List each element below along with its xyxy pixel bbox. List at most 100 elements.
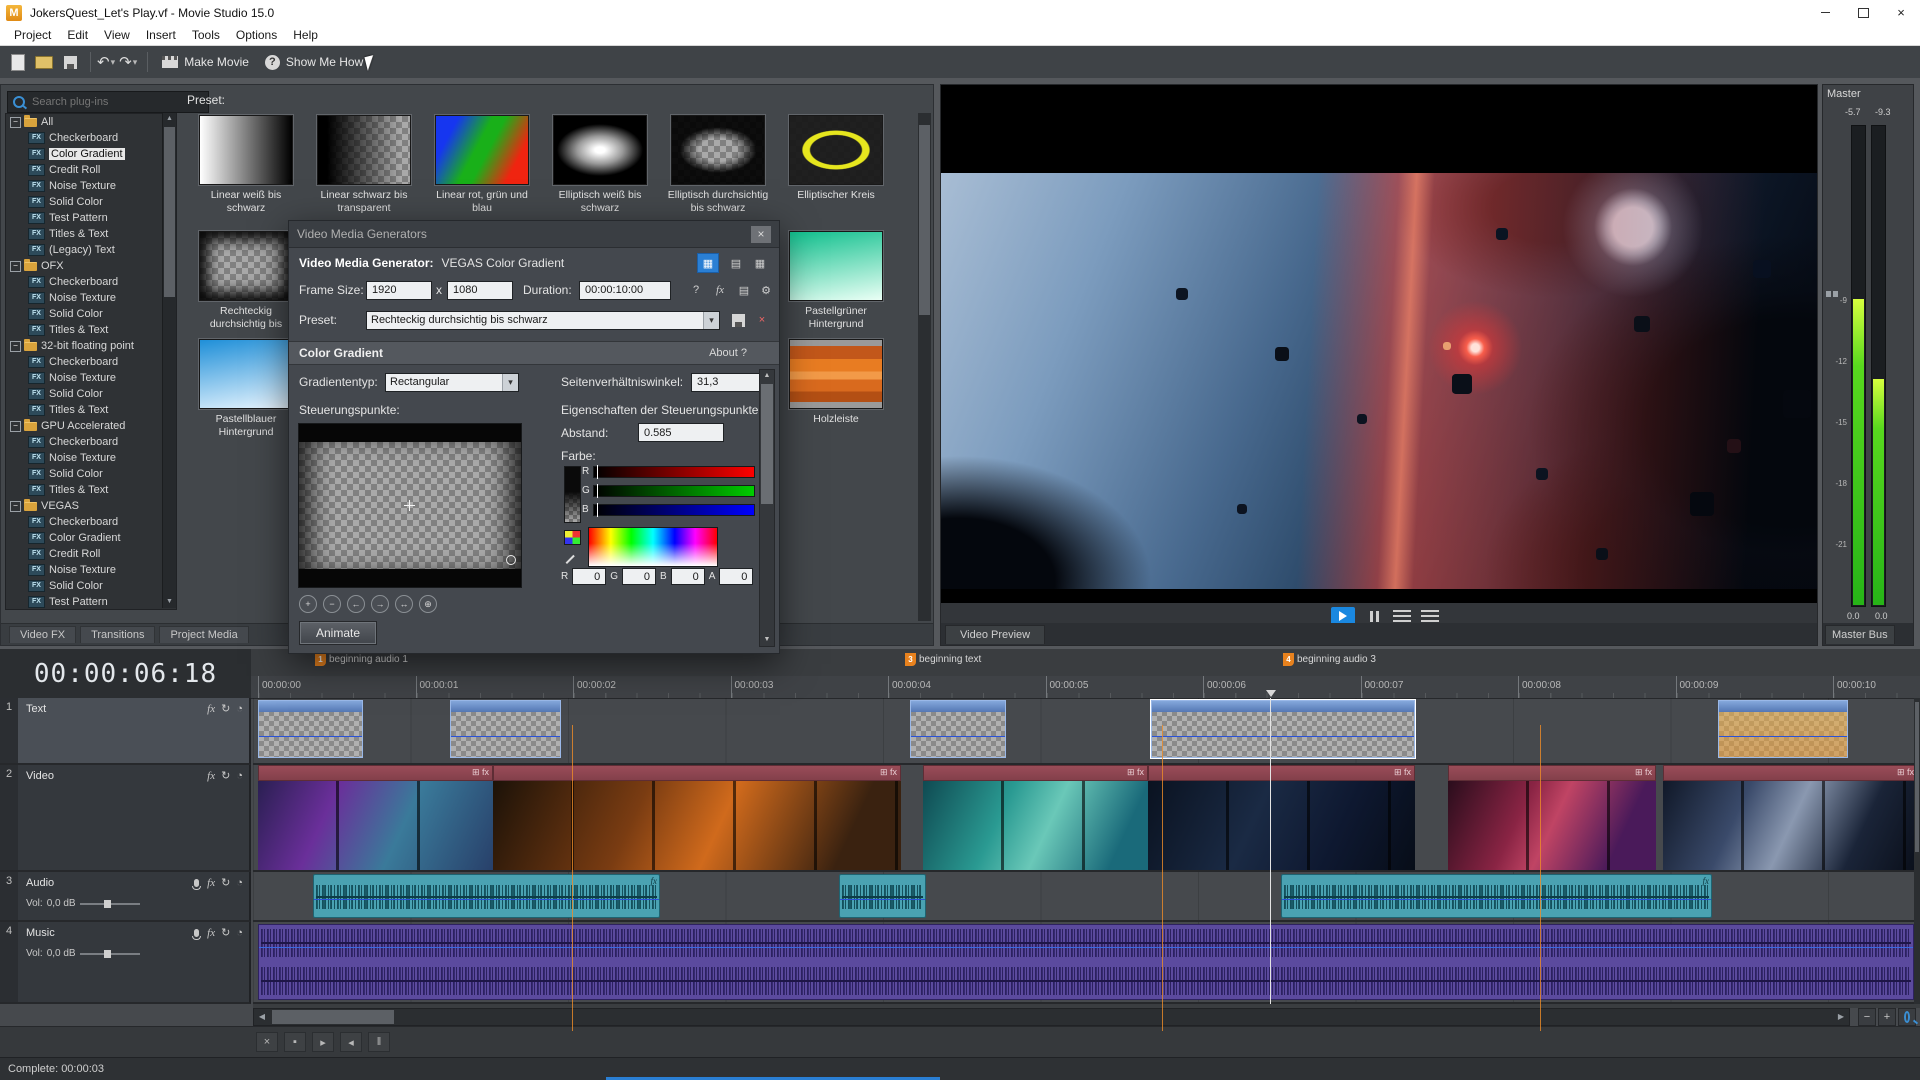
help-icon[interactable]: ?	[685, 280, 707, 300]
scroll-left-icon[interactable]: ◀	[254, 1009, 270, 1025]
edit-generator-button[interactable]: ▦	[697, 253, 719, 273]
alpha-strip[interactable]	[564, 466, 581, 523]
zoom-in-button[interactable]: +	[1878, 1008, 1896, 1026]
track-lane-music[interactable]	[253, 922, 1920, 1004]
tree-item[interactable]: − FX Test Pattern	[6, 210, 176, 226]
timeline-marker[interactable]: 3 beginning text	[905, 653, 981, 666]
video-event-header[interactable]	[1663, 765, 1918, 781]
timeline-marker[interactable]: 4 beginning audio 3	[1283, 653, 1376, 666]
distance-input[interactable]	[642, 426, 720, 440]
red-slider[interactable]	[593, 466, 755, 478]
collapse-icon[interactable]: −	[10, 341, 21, 352]
menu-item[interactable]: Insert	[138, 26, 184, 44]
audio-event[interactable]	[839, 874, 926, 918]
menu-item[interactable]: Edit	[59, 26, 96, 44]
preset-item[interactable]: Pastellgrüner Hintergrund	[777, 231, 895, 331]
video-preview-tab[interactable]: Video Preview	[945, 625, 1045, 644]
clock-icon[interactable]: ◔	[236, 877, 243, 889]
pause-bars-icon[interactable]: ‖	[368, 1032, 390, 1052]
b-input[interactable]	[675, 570, 701, 584]
volume-slider[interactable]	[80, 953, 140, 955]
clock-icon[interactable]: ◔	[236, 927, 243, 939]
dialog-titlebar[interactable]: Video Media Generators ×	[289, 221, 779, 248]
tree-item[interactable]: − FX Noise Texture	[6, 370, 176, 386]
g-input[interactable]	[626, 570, 652, 584]
preset-item[interactable]: Elliptischer Kreis	[777, 115, 895, 215]
text-event[interactable]	[258, 700, 363, 758]
scroll-up-icon[interactable]: ▲	[163, 113, 176, 125]
tree-item[interactable]: − FX Solid Color	[6, 578, 176, 594]
timeline-vscrollbar[interactable]	[1914, 698, 1920, 1004]
track-lane-video[interactable]	[253, 765, 1920, 872]
video-event-header[interactable]	[258, 765, 493, 781]
marker-flag-icon[interactable]: 4	[1283, 653, 1294, 666]
video-event-thumbnails[interactable]	[1448, 781, 1656, 870]
scrollbar-thumb[interactable]	[1915, 702, 1919, 852]
dock-tab[interactable]: Project Media	[159, 626, 248, 643]
automation-icon[interactable]: ↻	[221, 876, 230, 889]
undo-button[interactable]: ↶▾	[97, 53, 115, 71]
frame-height-input[interactable]	[451, 283, 509, 297]
control-point-crosshair-icon[interactable]	[404, 500, 415, 511]
tree-item[interactable]: − FX Titles & Text	[6, 322, 176, 338]
scrollbar-thumb[interactable]	[272, 1010, 394, 1024]
audio-event[interactable]: fx	[1281, 874, 1712, 918]
menu-item[interactable]: Options	[228, 26, 285, 44]
tree-item[interactable]: − FX Titles & Text	[6, 482, 176, 498]
timeline-hscrollbar[interactable]: ◀ ▶	[253, 1008, 1850, 1026]
scroll-down-icon[interactable]: ▼	[760, 634, 774, 646]
tree-item[interactable]: − FX VEGAS	[6, 498, 176, 514]
next-point-button[interactable]: →	[371, 595, 389, 613]
video-event-thumbnails[interactable]	[1663, 781, 1918, 870]
text-event[interactable]	[910, 700, 1006, 758]
automation-icon[interactable]: ↻	[221, 926, 230, 939]
meter-options-icon[interactable]	[1826, 291, 1838, 297]
play-from-start-icon[interactable]: ▸	[312, 1032, 334, 1052]
preset-item[interactable]: Linear rot, grün und blau	[423, 115, 541, 215]
gradient-preview-box[interactable]	[298, 423, 522, 588]
text-event[interactable]	[1151, 700, 1415, 758]
show-me-how-button[interactable]: ?Show Me How	[257, 49, 371, 75]
preset-scrollbar[interactable]	[918, 113, 931, 621]
zoom-out-button[interactable]: −	[1858, 1008, 1876, 1026]
video-event-header[interactable]	[1448, 765, 1656, 781]
master-bus-tab[interactable]: Master Bus	[1825, 625, 1895, 644]
menu-item[interactable]: Tools	[184, 26, 228, 44]
track-fx-icon[interactable]: fx	[207, 877, 215, 889]
tree-item[interactable]: − FX Noise Texture	[6, 290, 176, 306]
control-point-handle[interactable]	[506, 555, 516, 565]
collapse-icon[interactable]: −	[10, 421, 21, 432]
tree-item[interactable]: − FX Titles & Text	[6, 226, 176, 242]
view-list-button[interactable]: ▦	[749, 253, 771, 273]
microphone-icon[interactable]	[194, 879, 199, 887]
fit-button[interactable]: ↔	[395, 595, 413, 613]
timeline-marker[interactable]: 1 beginning audio 1	[315, 653, 408, 666]
music-event[interactable]	[258, 924, 1914, 1000]
new-project-button[interactable]	[6, 50, 30, 74]
zoom-out-button[interactable]: −	[323, 595, 341, 613]
clock-icon[interactable]: ◔	[236, 703, 243, 715]
center-point-button[interactable]: ⊕	[419, 595, 437, 613]
about-link[interactable]: About ?	[709, 347, 747, 359]
close-button[interactable]: ×	[1882, 0, 1920, 25]
collapse-icon[interactable]: −	[10, 501, 21, 512]
text-event[interactable]	[1718, 700, 1848, 758]
green-slider[interactable]	[593, 485, 755, 497]
time-ruler[interactable]: 00:00:0000:00:0100:00:0200:00:0300:00:04…	[251, 676, 1920, 699]
tree-item[interactable]: − FX Solid Color	[6, 306, 176, 322]
tree-item[interactable]: − FX Checkerboard	[6, 434, 176, 450]
make-movie-button[interactable]: Make Movie	[154, 49, 257, 75]
preset-item[interactable]: Elliptisch weiß bis schwarz	[541, 115, 659, 215]
video-event-thumbnails[interactable]	[493, 781, 901, 870]
track-lane-text[interactable]	[253, 698, 1920, 765]
color-spectrum-picker[interactable]	[588, 527, 718, 567]
tree-item[interactable]: − FX Test Pattern	[6, 594, 176, 610]
tree-item[interactable]: − FX All	[6, 114, 176, 130]
scrollbar-thumb[interactable]	[919, 125, 930, 315]
video-event-thumbnails[interactable]	[1148, 781, 1415, 870]
scrollbar-thumb[interactable]	[761, 384, 773, 504]
tree-item[interactable]: − FX 32-bit floating point	[6, 338, 176, 354]
tree-item[interactable]: − FX Noise Texture	[6, 450, 176, 466]
track-header-audio[interactable]: 3 Audio fx ↻ ◔ Vol: 0,0 dB	[0, 872, 251, 922]
audio-event[interactable]: fx	[313, 874, 660, 918]
